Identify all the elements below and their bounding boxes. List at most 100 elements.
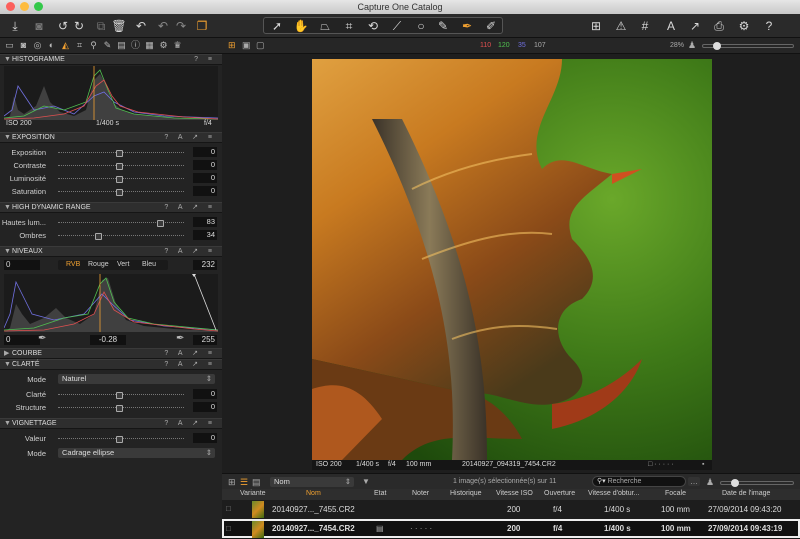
photo-rating[interactable]: □ · · · · · <box>648 460 674 470</box>
local-tab-icon[interactable]: ✎ <box>102 40 113 51</box>
valeur-slider-knob[interactable] <box>116 436 123 443</box>
clarte-value[interactable]: 0 <box>193 389 217 399</box>
eyedropper-white-icon[interactable]: ✒ <box>176 333 184 344</box>
niveaux-output-low[interactable]: 0 <box>4 335 40 345</box>
column-vitesse-iso[interactable]: Vitesse ISO <box>496 490 533 497</box>
luminosite-value[interactable]: 0 <box>193 173 217 183</box>
gear-icon[interactable]: ⚙ <box>735 17 753 35</box>
hdr-header[interactable]: ▼HIGH DYNAMIC RANGE? A ↗ ≡ <box>0 202 222 213</box>
copy-adjustments-icon[interactable]: ❐ <box>193 17 211 35</box>
contraste-slider[interactable] <box>58 163 184 170</box>
hautes-lumieres-value[interactable]: 83 <box>193 217 217 227</box>
grid-view-icon[interactable]: ⊞ <box>587 17 605 35</box>
close-window-button[interactable] <box>6 2 15 11</box>
ombres-value[interactable]: 34 <box>193 230 217 240</box>
process-icon[interactable]: ⧉ <box>92 17 110 35</box>
spot-icon[interactable]: ⟋ <box>388 17 406 35</box>
luminosite-slider-knob[interactable] <box>116 176 123 183</box>
quick-tab-icon[interactable]: ♛ <box>172 40 183 51</box>
structure-slider[interactable] <box>58 405 184 412</box>
grid-browser-icon[interactable]: ⊞ <box>228 477 236 488</box>
niveaux-tab-rouge[interactable]: Rouge <box>88 260 109 270</box>
lens-tab-icon[interactable]: ◎ <box>32 40 43 51</box>
list-browser-icon[interactable]: ☰ <box>240 477 248 488</box>
niveaux-histogram[interactable] <box>4 274 218 332</box>
niveaux-gamma[interactable]: -0.28 <box>90 335 126 345</box>
exposition-slider[interactable] <box>58 150 184 157</box>
niveaux-output-high[interactable]: 255 <box>193 335 217 345</box>
composition-tab-icon[interactable]: ⌗ <box>74 40 85 51</box>
thumbnail-size-slider[interactable] <box>720 479 794 487</box>
brush-icon[interactable]: ✎ <box>434 17 452 35</box>
contraste-value[interactable]: 0 <box>193 160 217 170</box>
image-viewer[interactable]: ISO 200 1/400 s f/4 100 mm 20140927_0943… <box>222 54 800 473</box>
rotate-tool-icon[interactable]: ⟲ <box>364 17 382 35</box>
metadata-tab-icon[interactable]: ⓘ <box>130 40 141 51</box>
exposure-tab-icon[interactable]: ◭ <box>60 40 71 51</box>
import-icon[interactable]: ⤓ <box>6 17 24 35</box>
capture-tab-icon[interactable]: ◙ <box>18 40 29 51</box>
ombres-slider[interactable] <box>58 233 184 240</box>
user-icon[interactable]: ♟ <box>688 40 696 51</box>
column-ouverture[interactable]: Ouverture <box>544 490 575 497</box>
clarte-slider[interactable] <box>58 392 184 399</box>
hautes-lumieres-slider[interactable] <box>58 220 184 227</box>
compare-view-icon[interactable]: ▢ <box>256 40 265 51</box>
minimize-window-button[interactable] <box>20 2 29 11</box>
library-tab-icon[interactable]: ▭ <box>4 40 15 51</box>
niveaux-input-low[interactable]: 0 <box>4 260 40 270</box>
warning-icon[interactable]: ⚠ <box>612 17 630 35</box>
circle-icon[interactable]: ○ <box>412 17 430 35</box>
redo-icon[interactable]: ↷ <box>172 17 190 35</box>
contraste-slider-knob[interactable] <box>116 163 123 170</box>
export-icon[interactable]: ↗ <box>686 17 704 35</box>
column-variante[interactable]: Variante <box>240 490 266 497</box>
clarte-mode-select[interactable]: Naturel ⇕ <box>58 374 215 384</box>
filmstrip-icon[interactable]: ▤ <box>252 477 261 488</box>
more-options-button[interactable]: … <box>688 477 700 486</box>
undo-icon[interactable]: ↶ <box>154 17 172 35</box>
courbe-header[interactable]: ▶ COURBE? A ↗ ≡ <box>0 348 222 359</box>
column-date[interactable]: Date de l'image <box>722 490 770 497</box>
camera-icon[interactable]: ◙ <box>30 17 48 35</box>
vignettage-mode-select[interactable]: Cadrage ellipse ⇕ <box>58 448 215 458</box>
grid-icon[interactable]: # <box>636 17 654 35</box>
table-row-selected[interactable]: □ 20140927..._7454.CR2 ▤ · · · · · 200 f… <box>222 519 800 538</box>
column-vitesse-obturation[interactable]: Vitesse d'obtur... <box>588 490 639 497</box>
details-tab-icon[interactable]: ⚲ <box>88 40 99 51</box>
trash-icon[interactable]: 🗑 <box>110 17 128 35</box>
row-checkbox[interactable]: □ <box>226 524 231 533</box>
help-icon[interactable]: ? <box>760 17 778 35</box>
pan-hand-icon[interactable]: ✋ <box>292 17 310 35</box>
ombres-slider-knob[interactable] <box>95 233 102 240</box>
zoom-slider-knob[interactable] <box>713 42 721 50</box>
keystone-icon[interactable]: ⏢ <box>316 17 334 35</box>
print-icon[interactable]: ⎙ <box>710 17 728 35</box>
row-rating[interactable]: · · · · · <box>410 524 432 533</box>
eyedropper-icon[interactable]: ✐ <box>482 17 500 35</box>
niveaux-tab-rvb[interactable]: RVB <box>66 260 80 270</box>
histogram-header[interactable]: ▼HISTOGRAMME? ≡ <box>0 54 222 65</box>
saturation-slider[interactable] <box>58 189 184 196</box>
column-historique[interactable]: Historique <box>450 490 482 497</box>
sort-select[interactable]: Nom ⇕ <box>270 477 354 487</box>
clarte-header[interactable]: ▼CLARTÉ? A ↗ ≡ <box>0 359 222 370</box>
column-nom[interactable]: Nom <box>306 490 321 497</box>
batch-tab-icon[interactable]: ▦ <box>144 40 155 51</box>
crop-icon[interactable]: ⌗ <box>340 17 358 35</box>
vignettage-header[interactable]: ▼VIGNETTAGE? A ↗ ≡ <box>0 418 222 429</box>
hautes-lumieres-slider-knob[interactable] <box>157 220 164 227</box>
zoom-window-button[interactable] <box>34 2 43 11</box>
luminosite-slider[interactable] <box>58 176 184 183</box>
reset-icon[interactable]: ↶ <box>132 17 150 35</box>
picker-icon[interactable]: ✒ <box>458 17 476 35</box>
select-cursor-icon[interactable]: ➚ <box>268 17 286 35</box>
thumbnail-size-knob[interactable] <box>731 479 739 487</box>
exposition-slider-knob[interactable] <box>116 150 123 157</box>
color-tab-icon[interactable]: ◐ <box>46 40 57 51</box>
row-checkbox[interactable]: □ <box>226 504 231 513</box>
text-icon[interactable]: A <box>662 17 680 35</box>
clarte-slider-knob[interactable] <box>116 392 123 399</box>
user-icon[interactable]: ♟ <box>706 477 714 488</box>
valeur-value[interactable]: 0 <box>193 433 217 443</box>
